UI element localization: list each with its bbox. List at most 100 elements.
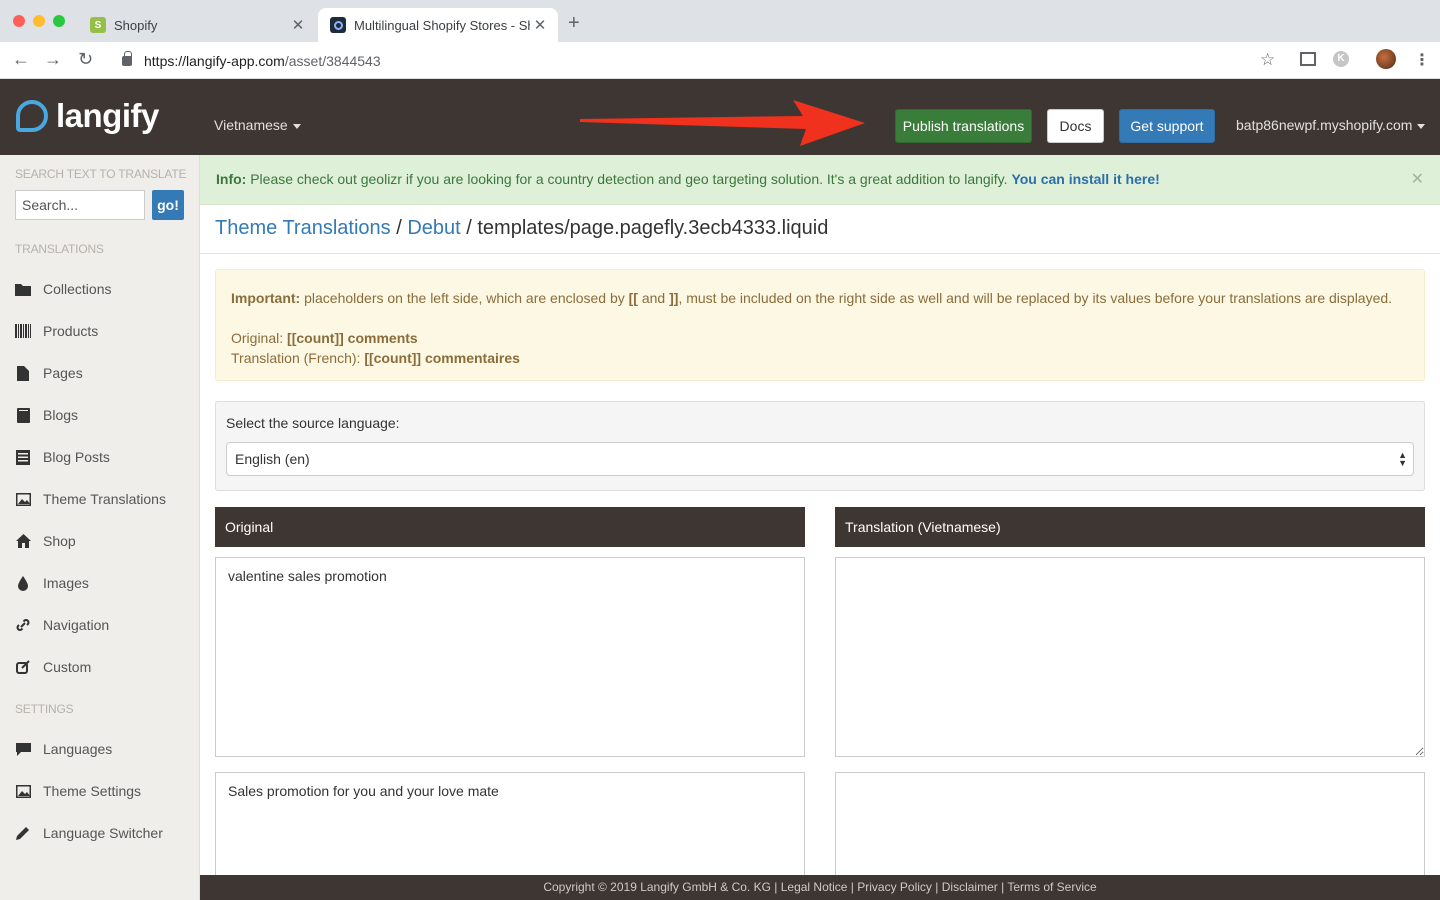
caret-down-icon <box>1417 123 1426 129</box>
translations-heading: Translations <box>15 242 104 256</box>
example-original: Original: [[count]] comments <box>231 328 1409 348</box>
browser-tab-langify[interactable]: Multilingual Shopify Stores - Sh ✕ <box>318 8 558 42</box>
tab-title: Shopify <box>114 17 158 33</box>
footer-link-terms[interactable]: Terms of Service <box>1007 880 1096 894</box>
close-icon[interactable]: ✕ <box>530 16 550 34</box>
info-alert: Info: Please check out geolizr if you ar… <box>200 155 1440 205</box>
book-icon <box>15 407 31 423</box>
tint-icon <box>15 575 31 591</box>
install-geolizr-link[interactable]: You can install it here! <box>1011 171 1159 187</box>
docs-button[interactable]: Docs <box>1047 109 1104 143</box>
sidebar-item-pages[interactable]: Pages <box>15 361 83 385</box>
sidebar-item-blog-posts[interactable]: Blog Posts <box>15 445 110 469</box>
copyright: Copyright © 2019 Langify GmbH & Co. KG <box>543 880 771 894</box>
url-path: /asset/3844543 <box>284 53 381 69</box>
translation-input-1[interactable] <box>835 557 1425 757</box>
sidebar-item-theme-translations[interactable]: Theme Translations <box>15 487 166 511</box>
extension-icon[interactable]: K <box>1333 51 1349 67</box>
publish-translations-button[interactable]: Publish translations <box>895 109 1032 143</box>
picture-icon <box>15 491 31 507</box>
window-minimize-button[interactable] <box>33 15 45 27</box>
sidebar-item-label: Blog Posts <box>43 449 110 465</box>
breadcrumb-separator: / <box>390 217 408 239</box>
sidebar-item-language-switcher[interactable]: Language Switcher <box>15 821 163 845</box>
settings-heading: Settings <box>15 702 74 716</box>
sidebar-item-label: Images <box>43 575 89 591</box>
sidebar-item-label: Blogs <box>43 407 79 423</box>
shop-dropdown[interactable]: batp86newpf.myshopify.com <box>1236 117 1426 133</box>
original-text-1: valentine sales promotion <box>215 557 805 757</box>
more-menu-icon[interactable]: ⋮ <box>1414 50 1430 70</box>
warning-line: Important: placeholders on the left side… <box>231 288 1409 308</box>
browser-tab-bar: S Shopify ✕ Multilingual Shopify Stores … <box>0 0 1440 42</box>
placeholder-warning: Important: placeholders on the left side… <box>215 269 1425 381</box>
footer-link-legal-notice[interactable]: Legal Notice <box>781 880 848 894</box>
breadcrumb-theme-translations[interactable]: Theme Translations <box>215 217 391 239</box>
example-label: Original: <box>231 330 288 346</box>
sidebar-item-shop[interactable]: Shop <box>15 529 76 553</box>
link-icon <box>15 617 31 633</box>
warning-text: placeholders on the left side, which are… <box>300 290 629 306</box>
new-tab-button[interactable]: + <box>568 12 580 35</box>
translation-input-2[interactable] <box>835 772 1425 875</box>
sidebar-item-label: Theme Translations <box>43 491 166 507</box>
example-label: Translation (French): <box>231 350 365 366</box>
search-input[interactable] <box>15 190 145 220</box>
footer-link-disclaimer[interactable]: Disclaimer <box>942 880 998 894</box>
cast-icon[interactable] <box>1300 52 1316 66</box>
sidebar-item-blogs[interactable]: Blogs <box>15 403 78 427</box>
search-heading: Search text to translate <box>15 167 187 181</box>
source-language-select[interactable]: English (en) ▲ ▼ <box>226 442 1414 476</box>
example-value: [[count]] comments <box>287 330 418 346</box>
footer-link-privacy-policy[interactable]: Privacy Policy <box>857 880 932 894</box>
sidebar-item-label: Products <box>43 323 99 339</box>
warning-text: and <box>637 290 670 306</box>
browser-tab-shopify[interactable]: S Shopify ✕ <box>82 8 316 42</box>
browser-toolbar: ← → ↻ https://langify-app.com/asset/3844… <box>0 42 1440 79</box>
comment-icon <box>15 741 31 757</box>
close-icon[interactable]: ✕ <box>1411 169 1424 189</box>
window-zoom-button[interactable] <box>53 15 65 27</box>
sidebar-item-custom[interactable]: Custom <box>15 655 91 679</box>
sidebar-item-label: Shop <box>43 533 76 549</box>
forward-arrow-icon[interactable]: → <box>44 49 62 70</box>
close-icon[interactable]: ✕ <box>288 16 308 34</box>
sidebar-item-label: Language Switcher <box>43 825 163 841</box>
sidebar-item-collections[interactable]: Collections <box>15 277 111 301</box>
shopify-icon: S <box>90 17 106 33</box>
language-dropdown[interactable]: Vietnamese <box>214 117 301 133</box>
profile-avatar[interactable] <box>1376 49 1396 69</box>
breadcrumb-debut[interactable]: Debut <box>407 217 460 239</box>
sidebar-item-images[interactable]: Images <box>15 571 89 595</box>
search-go-button[interactable]: go! <box>152 190 184 220</box>
back-arrow-icon[interactable]: ← <box>12 49 30 70</box>
sidebar-item-navigation[interactable]: Navigation <box>15 613 109 637</box>
url-host: https://langify-app.com <box>144 53 285 69</box>
bookmark-star-icon[interactable]: ☆ <box>1260 50 1275 70</box>
example-value: [[count]] commentaires <box>364 350 520 366</box>
tab-title: Multilingual Shopify Stores - Sh <box>354 17 530 33</box>
sidebar-item-products[interactable]: Products <box>15 319 98 343</box>
original-text-2: Sales promotion for you and your love ma… <box>215 772 805 875</box>
langify-logo[interactable]: langify <box>16 97 159 135</box>
sidebar-item-label: Languages <box>43 741 113 757</box>
lock-icon <box>122 51 132 66</box>
sidebar-item-theme-settings[interactable]: Theme Settings <box>15 779 141 803</box>
caret-down-icon <box>292 123 301 129</box>
get-support-button[interactable]: Get support <box>1119 109 1215 143</box>
langify-icon <box>330 17 346 33</box>
reload-icon[interactable]: ↻ <box>78 49 93 70</box>
source-language-label: Select the source language: <box>226 415 400 431</box>
file-icon <box>15 365 31 381</box>
sidebar: Search text to translate go! Translation… <box>0 155 200 900</box>
window-close-button[interactable] <box>13 15 25 27</box>
address-bar[interactable]: https://langify-app.com/asset/3844543 <box>108 46 1298 76</box>
sidebar-item-languages[interactable]: Languages <box>15 737 112 761</box>
home-icon <box>15 533 31 549</box>
info-text: Please check out geolizr if you are look… <box>246 171 1012 187</box>
logo-text: langify <box>56 97 159 134</box>
red-arrow-annotation <box>580 100 865 146</box>
warning-text: , must be included on the right side as … <box>678 290 1393 306</box>
original-column-header: Original <box>215 507 805 547</box>
main-content: Info: Please check out geolizr if you ar… <box>200 155 1440 875</box>
